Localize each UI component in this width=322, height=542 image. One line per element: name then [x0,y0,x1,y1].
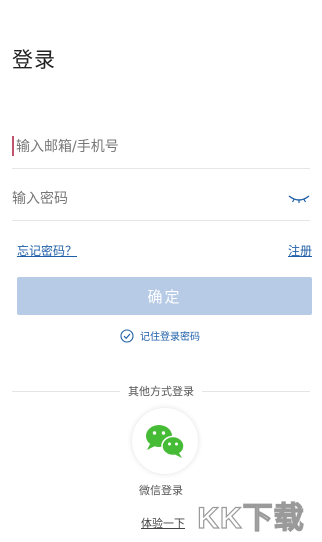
confirm-button[interactable]: 确定 [17,277,312,315]
divider-line-left [12,390,120,392]
eye-closed-icon[interactable] [288,190,310,206]
wechat-icon[interactable] [132,408,198,474]
divider-line-right [202,390,310,392]
forgot-password-link[interactable]: 忘记密码？ [17,242,77,259]
register-link[interactable]: 注册 [288,242,312,259]
try-it-link[interactable]: 体验一下 [141,515,185,531]
password-input[interactable] [12,186,280,212]
site-watermark: KK下载 [189,496,314,536]
account-field[interactable] [12,128,310,169]
page-title: 登录 [12,48,56,72]
account-input[interactable] [16,134,280,160]
remember-password-label: 记住登录密码 [140,331,200,343]
other-login-label: 其他方式登录 [128,385,194,398]
text-cursor [12,136,14,156]
other-login-divider: 其他方式登录 [12,383,310,399]
watermark-text: KK下载 [197,502,304,535]
account-links: 忘记密码？ 注册 [17,242,312,262]
password-field[interactable] [12,180,310,221]
check-circle-icon [120,328,134,343]
remember-password-toggle[interactable]: 记住登录密码 [120,326,200,344]
